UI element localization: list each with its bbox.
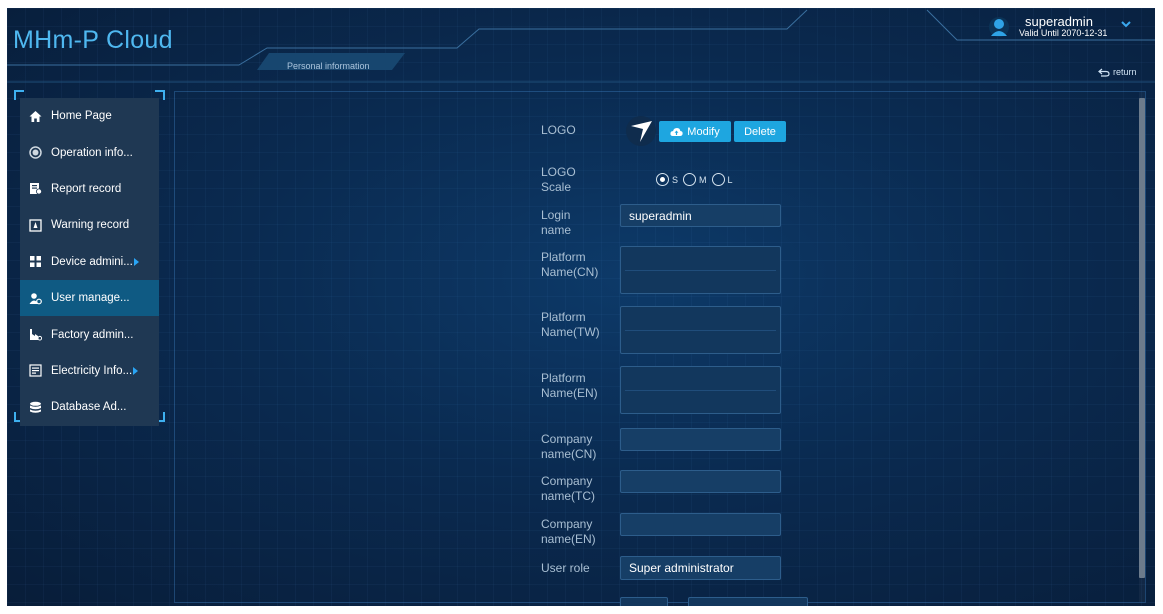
sidebar-item-device-admin[interactable]: Device admini... [20, 244, 159, 280]
logo-scale-label: LOGO Scale [541, 165, 576, 194]
sidebar-menu: Home Page Operation info... Report recor… [20, 98, 159, 426]
company-name-tc-field[interactable] [620, 470, 781, 493]
cloud-upload-icon [670, 127, 683, 136]
modify-button[interactable]: Modify [659, 121, 731, 142]
sidebar-item-label: Device admini... [51, 255, 133, 268]
partial-field[interactable] [620, 597, 668, 606]
sidebar-item-home-page[interactable]: Home Page [20, 98, 159, 134]
sidebar: Home Page Operation info... Report recor… [14, 90, 165, 426]
user-name: superadmin [1025, 14, 1093, 29]
submenu-arrow-icon [133, 257, 139, 266]
sidebar-item-operation-info[interactable]: Operation info... [20, 134, 159, 170]
app-window: MHm-P Cloud Personal information superad… [7, 8, 1155, 606]
platform-name-cn-field[interactable] [620, 246, 781, 294]
platform-name-en-field[interactable] [620, 366, 781, 414]
radio-label-s: S [672, 174, 679, 185]
header: MHm-P Cloud Personal information superad… [7, 8, 1155, 83]
platform-name-tw-field[interactable] [620, 306, 781, 354]
sidebar-item-label: Report record [51, 182, 122, 195]
user-valid-until: Valid Until 2070-12-31 [1019, 28, 1108, 38]
partial-field[interactable] [688, 597, 808, 606]
sidebar-item-electricity-info[interactable]: Electricity Info... [20, 353, 159, 389]
user-icon [29, 292, 42, 305]
factory-icon [29, 328, 42, 341]
platform-name-en-label: Platform Name(EN) [541, 371, 598, 400]
avatar-icon [989, 17, 1009, 37]
company-name-tc-label: Company name(TC) [541, 474, 596, 503]
platform-name-cn-label: Platform Name(CN) [541, 250, 599, 279]
company-name-en-field[interactable] [620, 513, 781, 536]
sidebar-item-label: User manage... [51, 292, 130, 305]
company-name-cn-field[interactable] [620, 428, 781, 451]
home-icon [29, 110, 42, 123]
sidebar-item-warning-record[interactable]: Warning record [20, 207, 159, 243]
sidebar-item-label: Electricity Info... [51, 364, 133, 377]
return-button[interactable]: return [1098, 67, 1137, 77]
company-name-cn-label: Company name(CN) [541, 432, 597, 461]
login-name-label: Login name [541, 208, 572, 237]
scrollbar[interactable] [1139, 92, 1145, 602]
scrollbar-thumb[interactable] [1139, 98, 1145, 578]
login-name-field[interactable]: superadmin [620, 204, 781, 227]
radio-scale-s[interactable] [656, 173, 669, 186]
sidebar-item-database-admin[interactable]: Database Ad... [20, 389, 159, 425]
user-role-label: User role [541, 561, 590, 575]
sidebar-item-label: Warning record [51, 219, 130, 232]
sidebar-item-report-record[interactable]: Report record [20, 171, 159, 207]
sidebar-item-user-manage[interactable]: User manage... [20, 279, 159, 317]
database-icon [29, 401, 42, 414]
platform-name-tw-label: Platform Name(TW) [541, 310, 600, 339]
report-icon [29, 182, 42, 195]
return-icon [1098, 68, 1110, 77]
tab-personal-information[interactable]: Personal information [287, 61, 370, 71]
electricity-icon [29, 364, 42, 378]
operation-icon [29, 146, 42, 159]
submenu-arrow-icon [133, 366, 139, 375]
sidebar-item-label: Operation info... [51, 146, 133, 159]
chevron-down-icon[interactable] [1120, 19, 1132, 29]
user-role-field[interactable]: Super administrator [620, 556, 781, 580]
warning-icon [29, 219, 42, 232]
app-title: MHm-P Cloud [13, 26, 173, 54]
sidebar-item-label: Home Page [51, 110, 112, 123]
radio-scale-l[interactable] [711, 173, 725, 186]
logo-scale-radio-group: S M L [656, 173, 738, 186]
delete-button[interactable]: Delete [734, 121, 786, 142]
return-label: return [1113, 67, 1137, 77]
header-decoration [7, 9, 1155, 83]
logo-label: LOGO [541, 123, 576, 137]
logo-image [626, 116, 656, 146]
radio-label-m: M [699, 174, 707, 185]
radio-label-l: L [727, 174, 733, 185]
radio-scale-m[interactable] [683, 173, 697, 186]
modify-label: Modify [687, 125, 720, 138]
company-name-en-label: Company name(EN) [541, 517, 596, 546]
sidebar-item-factory-admin[interactable]: Factory admin... [20, 316, 159, 352]
sidebar-item-label: Factory admin... [51, 328, 134, 341]
sidebar-item-label: Database Ad... [51, 401, 127, 414]
device-icon [29, 255, 42, 268]
